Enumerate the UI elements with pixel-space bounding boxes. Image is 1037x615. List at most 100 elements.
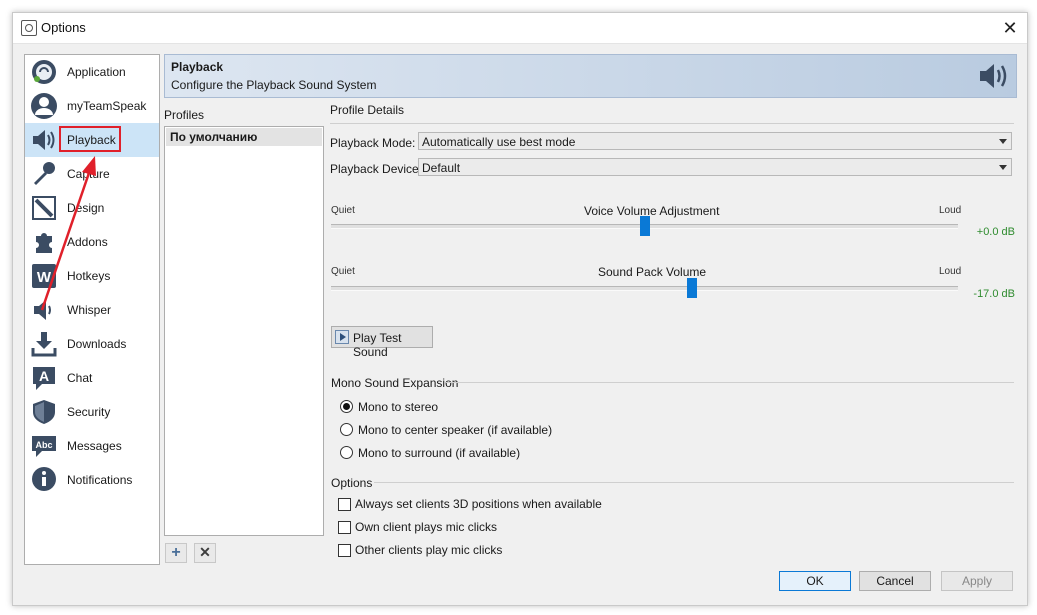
sidebar-item-chat[interactable]: A Chat	[25, 361, 159, 395]
chevron-down-icon	[999, 139, 1007, 144]
sidebar-item-security[interactable]: Security	[25, 395, 159, 429]
mono-expansion-label: Mono Sound Expansion	[331, 376, 459, 390]
profiles-label: Profiles	[164, 108, 205, 122]
keyboard-w-icon: W	[32, 264, 56, 288]
speaker-icon	[980, 64, 1007, 88]
other-mic-clicks-checkbox[interactable]	[338, 544, 351, 557]
chevron-down-icon	[999, 165, 1007, 170]
playback-device-select[interactable]: Default	[418, 158, 1012, 176]
play-icon	[335, 330, 349, 344]
options-section-label: Options	[331, 476, 373, 490]
sidebar-item-label: Downloads	[67, 337, 127, 351]
sidebar-item-label: myTeamSpeak	[67, 99, 147, 113]
cancel-button[interactable]: Cancel	[859, 571, 931, 591]
sidebar-item-label: Messages	[67, 439, 122, 453]
playback-mode-value: Automatically use best mode	[422, 135, 576, 149]
pencil-icon	[32, 196, 56, 220]
mono-to-center-radio[interactable]	[340, 423, 353, 436]
sidebar-item-addons[interactable]: Addons	[25, 225, 159, 259]
playback-device-label: Playback Device:	[330, 162, 423, 176]
add-profile-button[interactable]: +	[165, 543, 187, 563]
sidebar-item-notifications[interactable]: Notifications	[25, 463, 159, 497]
sidebar-item-hotkeys[interactable]: W Hotkeys	[25, 259, 159, 293]
sidebar-nav: Application myTeamSpeak Playback Capture	[24, 54, 160, 565]
voice-min-label: Quiet	[331, 205, 355, 216]
window-title: Options	[41, 20, 86, 35]
sidebar-item-whisper[interactable]: Whisper	[25, 293, 159, 327]
info-icon	[32, 467, 56, 491]
voice-volume-value: +0.0 dB	[976, 226, 1015, 238]
sidebar-item-label: Capture	[67, 167, 110, 181]
shield-icon	[33, 400, 55, 424]
page-subtitle: Configure the Playback Sound System	[171, 78, 377, 92]
profiles-list[interactable]: По умолчанию	[164, 126, 324, 536]
soundpack-volume-value: -17.0 dB	[973, 288, 1015, 300]
remove-profile-button[interactable]: ✕	[194, 543, 216, 563]
soundpack-min-label: Quiet	[331, 266, 355, 277]
svg-text:W: W	[37, 269, 52, 286]
voice-volume-title: Voice Volume Adjustment	[584, 204, 720, 218]
apply-button[interactable]: Apply	[941, 571, 1013, 591]
speaker-icon	[33, 130, 55, 150]
sidebar-item-design[interactable]: Design	[25, 191, 159, 225]
soundpack-volume-slider-thumb[interactable]	[686, 278, 697, 298]
sidebar-item-downloads[interactable]: Downloads	[25, 327, 159, 361]
other-mic-clicks-label: Other clients play mic clicks	[355, 543, 503, 557]
svg-text:Abc: Abc	[35, 440, 52, 450]
divider	[330, 123, 1014, 124]
abc-message-icon: Abc	[32, 436, 56, 457]
teamspeak-logo-icon	[32, 60, 56, 84]
download-icon	[31, 332, 57, 357]
mono-to-stereo-radio[interactable]	[340, 400, 353, 413]
playback-mode-label: Playback Mode:	[330, 136, 416, 150]
profile-item-default[interactable]: По умолчанию	[166, 128, 322, 146]
microphone-icon	[34, 162, 55, 185]
divider	[446, 382, 1014, 383]
mono-to-surround-label: Mono to surround (if available)	[358, 446, 521, 460]
voice-max-label: Loud	[939, 205, 962, 216]
playback-mode-select[interactable]: Automatically use best mode	[418, 132, 1012, 150]
profile-details-label: Profile Details	[330, 103, 405, 117]
sidebar-item-messages[interactable]: Abc Messages	[25, 429, 159, 463]
sidebar-item-label: Playback	[67, 133, 116, 147]
ok-button[interactable]: OK	[779, 571, 851, 591]
page-header-banner: Playback Configure the Playback Sound Sy…	[164, 54, 1017, 98]
divider	[374, 482, 1014, 483]
sidebar-item-label: Addons	[67, 235, 108, 249]
voice-volume-slider-thumb[interactable]	[639, 216, 650, 236]
mono-to-surround-radio[interactable]	[340, 446, 353, 459]
close-button[interactable]: ✕	[997, 15, 1023, 41]
user-icon	[31, 93, 57, 119]
sidebar-item-playback[interactable]: Playback	[25, 123, 159, 157]
play-test-sound-label: Play Test Sound	[353, 331, 402, 359]
own-mic-clicks-label: Own client plays mic clicks	[355, 520, 498, 534]
page-title: Playback	[171, 60, 224, 74]
soundpack-volume-slider[interactable]	[331, 278, 958, 298]
sidebar-item-label: Whisper	[67, 303, 112, 317]
set-3d-positions-checkbox[interactable]	[338, 498, 351, 511]
chat-a-icon: A	[33, 367, 55, 390]
own-mic-clicks-checkbox[interactable]	[338, 521, 351, 534]
sidebar-item-myteamspeak[interactable]: myTeamSpeak	[25, 89, 159, 123]
sidebar-item-label: Application	[67, 65, 126, 79]
sidebar-item-label: Notifications	[67, 473, 133, 487]
options-window: Options ✕ Application myTeamSpeak Playba…	[12, 12, 1028, 606]
mono-to-center-label: Mono to center speaker (if available)	[358, 423, 553, 437]
sidebar-item-label: Security	[67, 405, 111, 419]
svg-text:A: A	[39, 368, 49, 384]
title-bar: Options ✕	[13, 13, 1027, 44]
voice-volume-slider[interactable]	[331, 216, 958, 236]
soundpack-volume-title: Sound Pack Volume	[598, 265, 707, 279]
whisper-speaker-icon	[34, 300, 51, 320]
puzzle-icon	[36, 233, 52, 253]
soundpack-max-label: Loud	[939, 266, 962, 277]
sidebar-item-label: Hotkeys	[67, 269, 111, 283]
sidebar-item-application[interactable]: Application	[25, 55, 159, 89]
sidebar-item-label: Design	[67, 201, 105, 215]
set-3d-positions-label: Always set clients 3D positions when ava…	[355, 497, 602, 511]
sidebar-item-label: Chat	[67, 371, 93, 385]
mono-to-stereo-label: Mono to stereo	[358, 400, 439, 414]
sidebar-item-capture[interactable]: Capture	[25, 157, 159, 191]
play-test-sound-button[interactable]: Play Test Sound	[331, 326, 433, 359]
options-app-icon	[21, 20, 37, 36]
